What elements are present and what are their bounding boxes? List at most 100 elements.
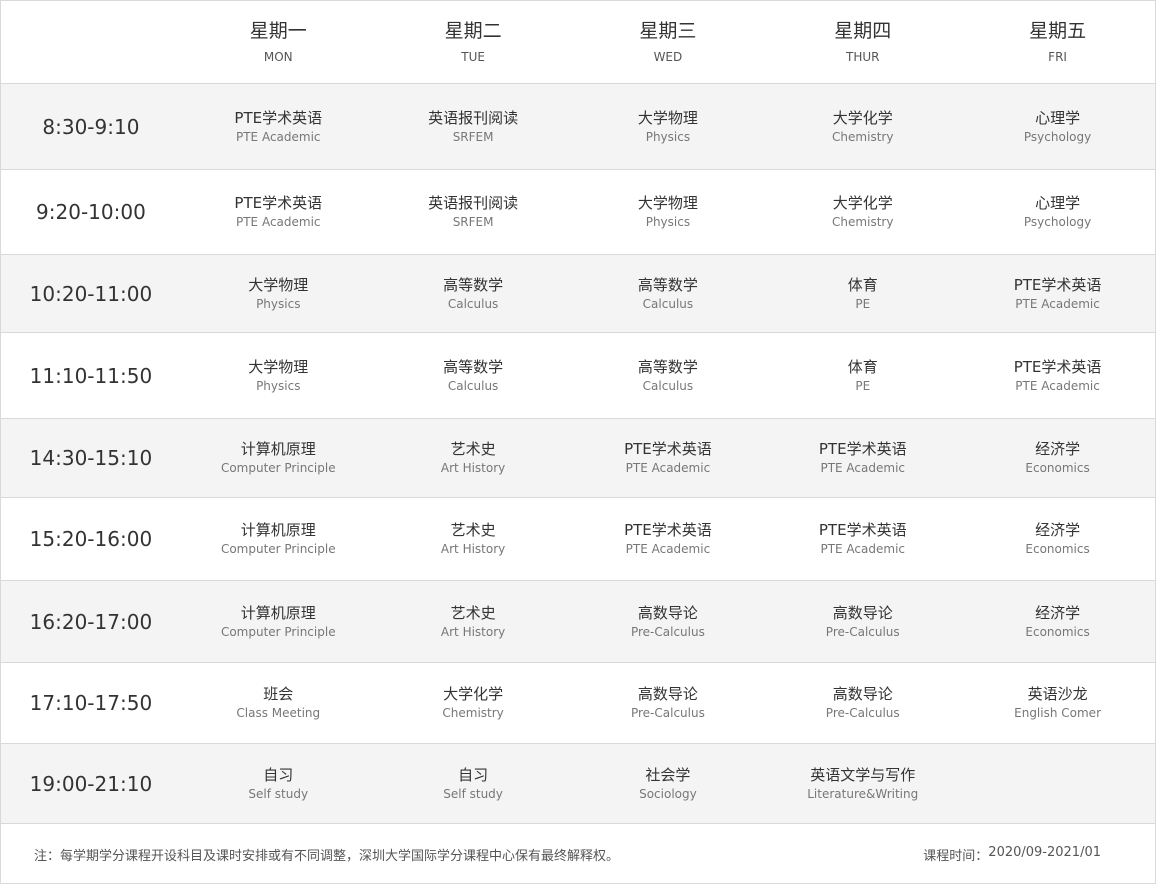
course-name-en: PTE Academic (235, 129, 321, 144)
course-name-en: Computer Principle (220, 461, 336, 475)
course-cell: 班会 Class Meeting (181, 663, 376, 743)
course-name-en: PTE Academic (1015, 296, 1100, 311)
course-name-cn: PTE学术英语 (624, 440, 712, 458)
course-name-en: PTE Academic (820, 461, 906, 475)
course-cell: 体育 PE (765, 333, 960, 418)
course-name-en: Computer Principle (220, 624, 336, 639)
course-cell: 大学化学 Chemistry (376, 663, 571, 743)
course-name-en: Physics (256, 378, 301, 393)
course-name-en: PTE Academic (1015, 378, 1100, 393)
course-cell: 高数导论 Pre-Calculus (571, 663, 766, 743)
course-name-en: Economics (1025, 624, 1090, 639)
course-name-cn: 经济学 (1035, 521, 1081, 539)
course-name-en: Physics (645, 129, 691, 144)
course-cell: 大学化学 Chemistry (765, 84, 960, 169)
course-name-en: Physics (256, 296, 301, 311)
day-name-cn: 星期四 (834, 20, 892, 42)
table-row: 16:20-17:00 计算机原理 Computer Principle 艺术史 A… (1, 581, 1155, 663)
course-name-cn: 自习 (263, 765, 294, 784)
course-cell: 自习 Self study (181, 744, 376, 823)
course-name-en: Art History (440, 461, 506, 475)
course-cell-empty (960, 744, 1155, 823)
course-name-cn: 高等数学 (443, 357, 504, 376)
course-name-cn: 计算机原理 (240, 603, 316, 622)
course-cell: 高等数学 Calculus (571, 255, 766, 332)
course-cell: 高数导论 Pre-Calculus (765, 663, 960, 743)
course-name-en: Class Meeting (236, 706, 321, 720)
course-name-cn: PTE学术英语 (818, 440, 907, 458)
time-slot: 10:20-11:00 (29, 281, 153, 306)
course-name-cn: 艺术史 (450, 440, 496, 458)
time-slot: 19:00-21:10 (29, 771, 153, 796)
course-cell: PTE学术英语 PTE Academic (960, 255, 1155, 332)
course-cell: 大学物理 Physics (571, 170, 766, 254)
time-slot: 15:20-16:00 (29, 527, 153, 551)
course-name-cn: 自习 (458, 765, 489, 784)
course-name-cn: 大学化学 (832, 194, 893, 212)
course-cell: 英语沙龙 English Comer (960, 663, 1155, 743)
table-row: 9:20-10:00 PTE学术英语 PTE Academic 英语报刊阅读 SRF… (1, 170, 1155, 255)
course-name-cn: PTE学术英语 (1013, 275, 1102, 294)
course-name-cn: 英语报刊阅读 (428, 194, 519, 212)
table-row: 19:00-21:10 自习 Self study 自习 Self study 社会… (1, 744, 1155, 824)
course-cell: 高等数学 Calculus (376, 255, 571, 332)
course-cell: PTE学术英语 PTE Academic (765, 419, 960, 497)
course-name-cn: 高数导论 (832, 685, 893, 703)
course-name-en: PE (855, 378, 871, 393)
course-cell: PTE学术英语 PTE Academic (571, 498, 766, 580)
course-name-en: Self study (248, 786, 309, 801)
course-cell: 大学化学 Chemistry (765, 170, 960, 254)
course-name-cn: 大学物理 (248, 275, 309, 294)
day-name-cn: 星期二 (444, 20, 502, 42)
course-name-en: Literature&Writing (807, 786, 919, 801)
course-name-en: Art History (440, 542, 506, 556)
course-name-en: Calculus (447, 378, 499, 393)
course-cell: 心理学 Psychology (960, 84, 1155, 169)
course-cell: 体育 PE (765, 255, 960, 332)
day-header-thur: 星期四 THUR (765, 1, 960, 83)
course-name-en: Psychology (1023, 129, 1092, 144)
course-cell: 经济学 Economics (960, 498, 1155, 580)
course-name-en: Psychology (1023, 215, 1092, 229)
schedule-table: 星期一 MON 星期二 TUE 星期三 WED 星期四 THUR 星期五 FRI… (0, 0, 1156, 884)
course-cell: 计算机原理 Computer Principle (181, 419, 376, 497)
course-name-cn: 计算机原理 (240, 440, 316, 458)
time-slot: 16:20-17:00 (29, 609, 153, 634)
course-name-en: PTE Academic (625, 542, 711, 556)
day-header-wed: 星期三 WED (571, 1, 766, 83)
course-name-cn: 高数导论 (637, 603, 698, 622)
course-cell: 计算机原理 Computer Principle (181, 581, 376, 662)
course-cell: PTE学术英语 PTE Academic (181, 84, 376, 169)
course-name-cn: 心理学 (1035, 194, 1081, 212)
time-slot: 11:10-11:50 (29, 363, 153, 388)
course-name-cn: 英语报刊阅读 (428, 108, 519, 127)
course-name-en: Chemistry (832, 215, 894, 229)
course-name-en: Pre-Calculus (630, 706, 705, 720)
day-name-cn: 星期五 (1029, 20, 1087, 42)
course-name-cn: PTE学术英语 (234, 194, 323, 212)
course-name-en: SRFEM (452, 215, 494, 229)
course-cell: 社会学 Sociology (571, 744, 766, 823)
table-row: 8:30-9:10 PTE学术英语 PTE Academic 英语报刊阅读 SRFE… (1, 84, 1155, 170)
course-name-cn: PTE学术英语 (624, 521, 712, 539)
course-name-cn: 高等数学 (443, 275, 504, 294)
course-cell: 高数导论 Pre-Calculus (571, 581, 766, 662)
course-name-en: Calculus (642, 296, 694, 311)
course-cell: 英语报刊阅读 SRFEM (376, 170, 571, 254)
course-name-cn: 高等数学 (637, 357, 698, 376)
course-name-cn: 班会 (263, 685, 294, 703)
day-header-fri: 星期五 FRI (960, 1, 1155, 83)
course-name-cn: 大学物理 (637, 194, 698, 212)
course-period: 课程时间： 2020/09-2021/01 (923, 845, 1101, 864)
course-name-cn: 英语文学与写作 (810, 765, 916, 784)
course-name-en: Computer Principle (220, 542, 336, 556)
course-cell: PTE学术英语 PTE Academic (960, 333, 1155, 418)
time-slot: 9:20-10:00 (36, 200, 146, 224)
course-name-cn: 心理学 (1035, 108, 1081, 127)
course-cell: PTE学术英语 PTE Academic (181, 170, 376, 254)
course-cell: 经济学 Economics (960, 419, 1155, 497)
course-name-en: PTE Academic (625, 461, 711, 475)
course-name-cn: 英语沙龙 (1027, 685, 1088, 703)
course-name-cn: 大学物理 (637, 108, 698, 127)
course-name-en: Economics (1025, 461, 1090, 475)
